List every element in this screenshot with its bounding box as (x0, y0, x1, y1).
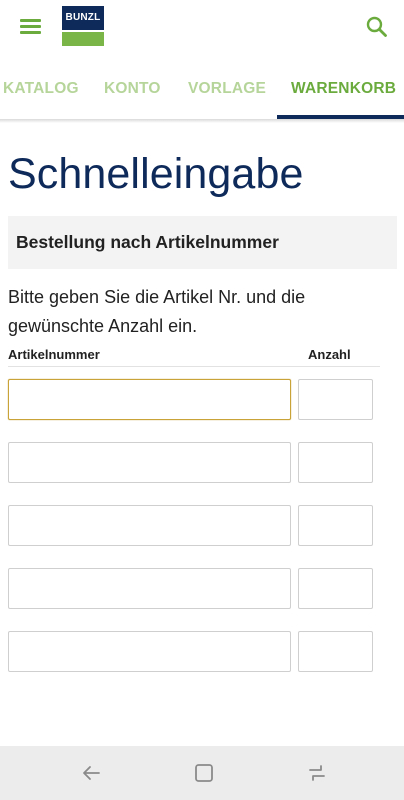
quantity-input-4[interactable] (298, 568, 373, 609)
section-title: Bestellung nach Artikelnummer (16, 232, 279, 252)
entry-row-5 (0, 631, 404, 673)
tabs-divider (0, 119, 404, 123)
search-icon[interactable] (364, 14, 390, 40)
entry-row-1 (0, 379, 404, 421)
logo-text: BUNZL (65, 12, 101, 23)
quantity-input-1[interactable] (298, 379, 373, 420)
quantity-input-2[interactable] (298, 442, 373, 483)
hamburger-menu-icon[interactable] (18, 16, 44, 38)
entry-row-2 (0, 442, 404, 484)
column-divider (8, 366, 380, 367)
entry-row-4 (0, 568, 404, 610)
quantity-input-5[interactable] (298, 631, 373, 672)
entry-row-3 (0, 505, 404, 547)
column-header-article: Artikelnummer (8, 347, 100, 362)
recent-apps-icon[interactable] (305, 761, 329, 785)
instruction-text: Bitte geben Sie die Artikel Nr. und die … (8, 287, 306, 336)
article-number-input-3[interactable] (8, 505, 291, 546)
tab-vorlage[interactable]: VORLAGE (188, 80, 266, 98)
main-tabs: KATALOG KONTO VORLAGE WARENKORB (0, 64, 404, 120)
article-number-input-5[interactable] (8, 631, 291, 672)
back-arrow-icon[interactable] (79, 761, 103, 785)
article-number-input-2[interactable] (8, 442, 291, 483)
tab-konto[interactable]: KONTO (104, 80, 161, 98)
app-header: BUNZL (0, 0, 404, 56)
bunzl-logo[interactable]: BUNZL (62, 6, 104, 46)
article-number-input-1[interactable] (8, 379, 291, 420)
column-header-quantity: Anzahl (308, 347, 351, 362)
article-number-input-4[interactable] (8, 568, 291, 609)
tab-katalog[interactable]: KATALOG (3, 80, 79, 98)
section-header: Bestellung nach Artikelnummer (8, 216, 397, 269)
tab-warenkorb[interactable]: WARENKORB (291, 80, 396, 98)
quantity-input-3[interactable] (298, 505, 373, 546)
home-square-icon[interactable] (192, 761, 216, 785)
system-navigation-bar (0, 746, 404, 800)
page-title: Schnelleingabe (8, 150, 304, 198)
